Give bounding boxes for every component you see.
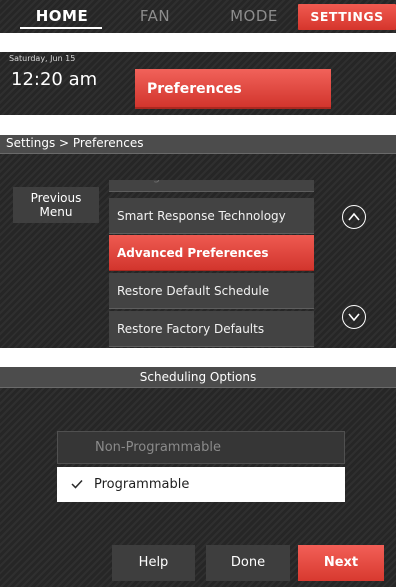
status-panel: Saturday, Jun 15 12:20 am Preferences bbox=[0, 52, 396, 115]
preferences-menu-list: Backlight Smart Response Technology Adva… bbox=[109, 180, 314, 348]
nav-home-label: HOME bbox=[35, 7, 89, 25]
active-tab-underline bbox=[20, 27, 102, 29]
nav-settings-label: SETTINGS bbox=[310, 9, 384, 24]
next-button[interactable]: Next bbox=[298, 545, 384, 581]
option-programmable-label: Programmable bbox=[94, 477, 190, 492]
option-programmable[interactable]: Programmable bbox=[57, 467, 345, 502]
nav-settings-tab[interactable]: SETTINGS bbox=[298, 4, 396, 30]
top-nav-bar: HOME FAN MODE SETTINGS bbox=[0, 0, 396, 33]
chevron-up-icon bbox=[348, 212, 360, 221]
done-button[interactable]: Done bbox=[206, 545, 290, 581]
checkmark-icon bbox=[71, 479, 83, 489]
menu-item-restore-default-schedule[interactable]: Restore Default Schedule bbox=[109, 273, 314, 309]
scroll-up-button[interactable] bbox=[342, 205, 366, 229]
nav-home-tab[interactable]: HOME bbox=[12, 0, 112, 33]
time-display: 12:20 am bbox=[11, 69, 98, 90]
help-button[interactable]: Help bbox=[112, 545, 195, 581]
nav-fan-label: FAN bbox=[139, 7, 171, 25]
settings-menu-panel: Settings > Preferences Previous Menu Bac… bbox=[0, 135, 396, 348]
menu-item-backlight[interactable]: Backlight bbox=[109, 180, 314, 192]
option-non-programmable[interactable]: Non-Programmable bbox=[57, 431, 345, 464]
nav-mode-tab[interactable]: MODE bbox=[212, 0, 296, 33]
breadcrumb: Settings > Preferences bbox=[6, 136, 144, 150]
nav-fan-tab[interactable]: FAN bbox=[120, 0, 190, 33]
scheduling-options-panel: Scheduling Options Non-Programmable Prog… bbox=[0, 367, 396, 587]
chevron-down-icon bbox=[348, 313, 360, 322]
date-label: Saturday, Jun 15 bbox=[9, 54, 76, 63]
title-bar: Scheduling Options bbox=[0, 367, 396, 388]
previous-menu-label-line1: Previous bbox=[30, 191, 82, 205]
nav-mode-label: MODE bbox=[230, 7, 278, 25]
preferences-button[interactable]: Preferences bbox=[135, 69, 331, 109]
previous-menu-label-line2: Menu bbox=[39, 205, 73, 219]
previous-menu-button[interactable]: Previous Menu bbox=[13, 187, 99, 223]
scroll-down-button[interactable] bbox=[342, 305, 366, 329]
menu-item-restore-factory-defaults[interactable]: Restore Factory Defaults bbox=[109, 311, 314, 347]
menu-item-smart-response[interactable]: Smart Response Technology bbox=[109, 198, 314, 234]
scheduling-title: Scheduling Options bbox=[139, 370, 257, 384]
menu-item-advanced-preferences[interactable]: Advanced Preferences bbox=[109, 235, 314, 271]
breadcrumb-bar: Settings > Preferences bbox=[0, 135, 396, 154]
